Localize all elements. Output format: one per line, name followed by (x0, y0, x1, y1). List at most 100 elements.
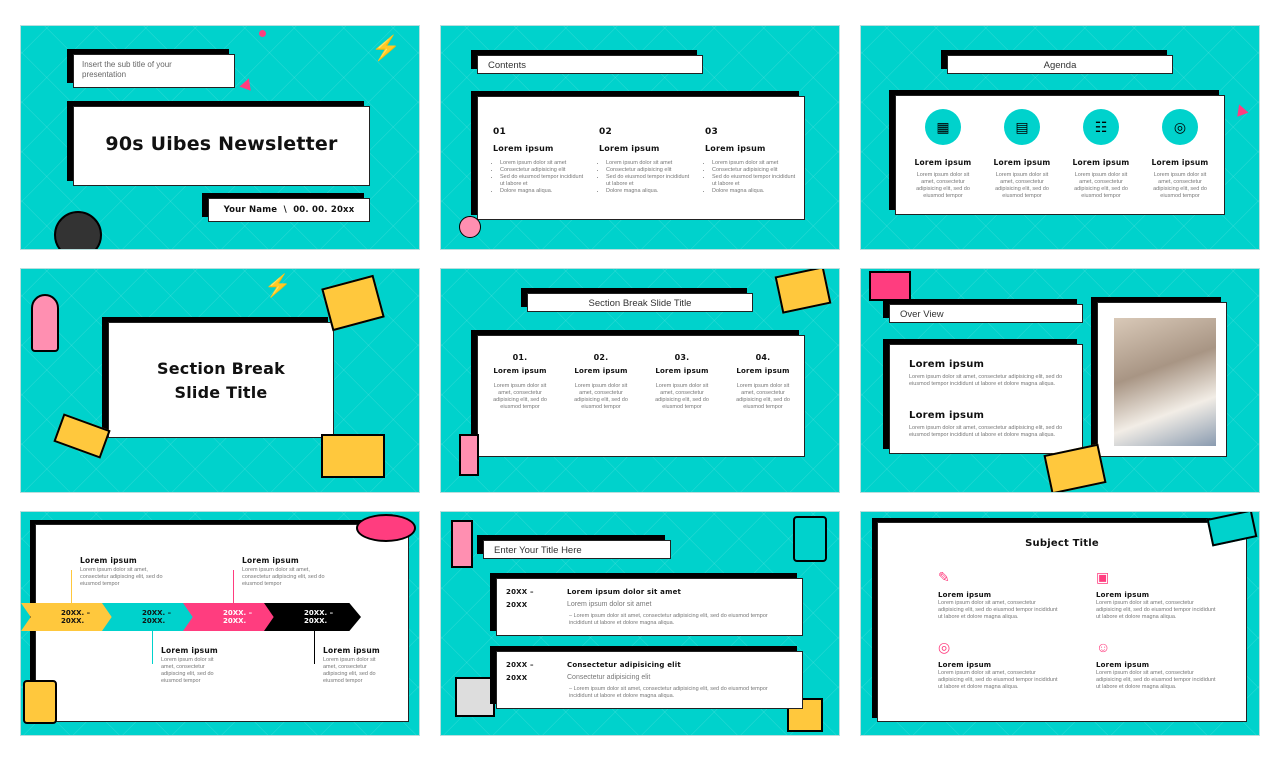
item-number: 03. (674, 353, 690, 362)
overview-text-box: Lorem ipsum Lorem ipsum dolor sit amet, … (889, 344, 1083, 454)
photo-frame (1097, 302, 1227, 457)
timeline-connector (71, 570, 72, 603)
slide-thumbnail-subject[interactable]: Subject Title ✎ Lorem ipsum Lorem ipsum … (860, 511, 1260, 736)
document-icon: ▤ (1004, 109, 1040, 145)
item-heading: Lorem ipsum (574, 367, 628, 375)
row-detail: – Lorem ipsum dolor sit amet, consectetu… (569, 613, 768, 626)
item-heading: Lorem ipsum (655, 367, 709, 375)
slide-thumbnail-section-break[interactable]: Section Break Slide Title ⚡ (20, 268, 420, 493)
item-text: Lorem ipsum dolor sit amet, consectetur … (1096, 600, 1216, 620)
bullet-item: Consectetur adipisicing elit (606, 167, 695, 174)
section-title-box: Section Break Slide Title (108, 322, 334, 438)
bullet-item: Lorem ipsum dolor sit amet (606, 160, 695, 167)
step-text: Lorem ipsum dolor sit amet, consectetur … (323, 657, 376, 684)
document-edit-icon: ✎ (938, 569, 950, 585)
lightning-icon: ⚡ (371, 35, 401, 62)
block-text: Lorem ipsum dolor sit amet, consectetur … (909, 374, 1063, 387)
bullet-item: Consectetur adipisicing elit (712, 167, 801, 174)
slide-thumbnail-contents[interactable]: Contents 01 Lorem ipsum Lorem ipsum dolo… (440, 25, 840, 250)
years-end: 20XX (506, 601, 528, 609)
title-box: Enter Your Title Here (483, 540, 671, 559)
item-text: Lorem ipsum dolor sit amet, consectetur … (1096, 670, 1216, 690)
cassette-icon (1206, 512, 1258, 547)
photo-two-women (1114, 318, 1216, 446)
timeline-arrow: 20XX. –20XX. (183, 603, 280, 631)
timeline-connector (233, 570, 234, 603)
section-title-line2: Slide Title (174, 383, 268, 402)
agenda-text: Lorem ipsum dolor sit amet, consectetur … (916, 172, 970, 199)
calendar-icon: ▦ (925, 109, 961, 145)
agenda-box: ▦ Lorem ipsum Lorem ipsum dolor sit amet… (895, 95, 1225, 215)
slide-thumbnail-timeline-list[interactable]: Enter Your Title Here 20XX – 20XX Lorem … (440, 511, 840, 736)
slide-title: Enter Your Title Here (494, 545, 582, 556)
slide-thumbnail-section-items[interactable]: Section Break Slide Title 01. Lorem ipsu… (440, 268, 840, 493)
computer-icon (455, 677, 495, 717)
item-number: 04. (755, 353, 771, 362)
support-agent-icon: ☺ (1096, 639, 1111, 655)
tv-icon (774, 269, 832, 314)
item-text: Lorem ipsum dolor sit amet, consectetur … (574, 383, 628, 410)
bullet-item: Dolore magna aliqua. (606, 188, 695, 195)
devices-icon: ▣ (1096, 569, 1110, 585)
target-icon: ◎ (1162, 109, 1198, 145)
contents-box: 01 Lorem ipsum Lorem ipsum dolor sit ame… (477, 96, 805, 220)
section-title-line1: Section Break (157, 359, 285, 378)
section-items-box: 01. Lorem ipsum Lorem ipsum dolor sit am… (477, 335, 805, 457)
slide-title: Agenda (1043, 60, 1077, 71)
vinyl-record-icon (54, 211, 102, 249)
game-boy-icon (793, 516, 827, 562)
column-number: 03 (705, 127, 718, 137)
flower-icon (459, 216, 481, 238)
row-detail: – Lorem ipsum dolor sit amet, consectetu… (569, 686, 768, 699)
block-heading: Lorem ipsum (909, 410, 985, 421)
agenda-text: Lorem ipsum dolor sit amet, consectetur … (995, 172, 1049, 199)
item-number: 02. (593, 353, 609, 362)
timeline-row: 20XX – 20XX Consectetur adipisicing elit… (496, 651, 803, 709)
bullet-item: Consectetur adipisicing elit (500, 167, 589, 174)
years-end: 20XX (506, 674, 528, 682)
agenda-heading: Lorem ipsum (993, 158, 1051, 167)
name-date-box: Your Name \ 00. 00. 20xx (208, 198, 370, 222)
slide-title: Subject Title (1025, 538, 1099, 549)
column-heading: Lorem ipsum (705, 144, 766, 153)
years-start: 20XX – (506, 588, 534, 596)
step-heading: Lorem ipsum (80, 556, 137, 565)
bullet-list: Lorem ipsum dolor sit ametConsectetur ad… (599, 160, 695, 195)
step-heading: Lorem ipsum (323, 646, 380, 655)
column-heading: Lorem ipsum (493, 144, 554, 153)
bullet-item: Dolore magna aliqua. (500, 188, 589, 195)
pager-icon (869, 271, 911, 301)
item-heading: Lorem ipsum (736, 367, 790, 375)
step-heading: Lorem ipsum (161, 646, 218, 655)
timeline-connector (314, 631, 315, 664)
item-text: Lorem ipsum dolor sit amet, consectetur … (655, 383, 709, 410)
item-heading: Lorem ipsum (493, 367, 547, 375)
phone-icon (451, 520, 473, 568)
agenda-text: Lorem ipsum dolor sit amet, consectetur … (1074, 172, 1128, 199)
slide-thumbnail-title[interactable]: ⚡ Insert the sub title of your presentat… (20, 25, 420, 250)
slide-thumbnail-timeline[interactable]: 20XX. –20XX. 20XX. –20XX. 20XX. –20XX. 20XX… (20, 511, 420, 736)
bullet-list: Lorem ipsum dolor sit ametConsectetur ad… (705, 160, 801, 195)
years-start: 20XX – (506, 661, 534, 669)
target-icon: ◎ (938, 639, 951, 655)
triangle-decoration (1233, 102, 1249, 117)
slide-title: Section Break Slide Title (588, 298, 692, 309)
slide-thumbnail-agenda[interactable]: Agenda ▦ Lorem ipsum Lorem ipsum dolor s… (860, 25, 1260, 250)
item-heading: Lorem ipsum (938, 591, 992, 599)
title-box: 90s Uibes Newsletter (73, 106, 370, 186)
name-date-text: Your Name \ 00. 00. 20xx (223, 205, 355, 215)
subtitle-box: Insert the sub title of your presentatio… (73, 54, 235, 88)
item-text: Lorem ipsum dolor sit amet, consectetur … (736, 383, 790, 410)
slide-thumbnail-overview[interactable]: Over View Lorem ipsum Lorem ipsum dolor … (860, 268, 1260, 493)
arrow-line1: 20XX. – (304, 609, 334, 617)
roller-skate-icon (23, 680, 57, 724)
agenda-heading: Lorem ipsum (1072, 158, 1130, 167)
lips-icon (356, 514, 416, 542)
timeline-row: 20XX – 20XX Lorem ipsum dolor sit amet L… (496, 578, 803, 636)
lightning-icon: ⚡ (264, 273, 292, 298)
column-number: 01 (493, 127, 506, 137)
arrow-line2: 20XX. (304, 617, 328, 625)
block-heading: Lorem ipsum (909, 359, 985, 370)
item-heading: Lorem ipsum (1096, 661, 1150, 669)
row-subheading: Lorem ipsum dolor sit amet (567, 601, 652, 608)
